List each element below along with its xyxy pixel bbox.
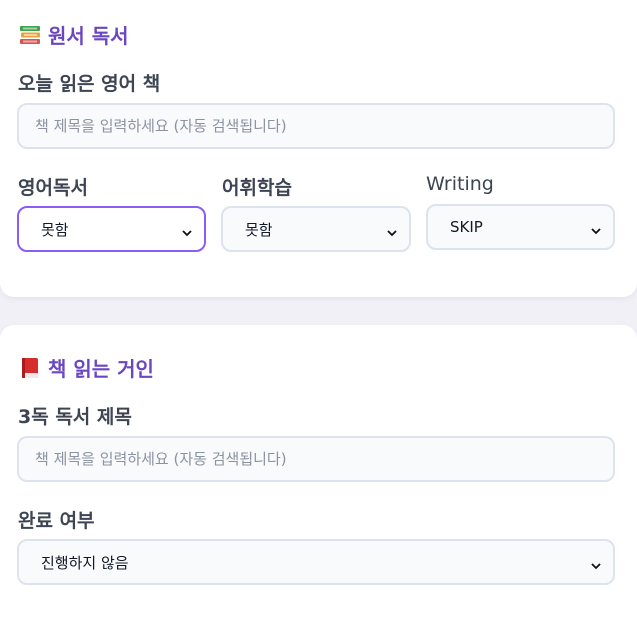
- chevron-down-icon: [182, 224, 192, 237]
- section-title-text: 책 읽는 거인: [48, 357, 154, 381]
- section-title-text: 원서 독서: [48, 24, 129, 48]
- vocabulary-label: 어휘학습: [222, 177, 292, 199]
- english-reading-label: 영어독서: [18, 177, 88, 199]
- writing-select[interactable]: SKIP: [426, 204, 615, 250]
- english-book-input[interactable]: [17, 103, 615, 149]
- section-title-reading-giant: 책 읽는 거인: [18, 353, 154, 382]
- writing-label: Writing: [426, 173, 494, 195]
- english-reading-value: 못함: [41, 220, 69, 239]
- chevron-down-icon: [591, 557, 601, 570]
- chevron-down-icon: [591, 222, 601, 235]
- section-title-english-reading: 원서 독서: [18, 20, 129, 49]
- completion-value: 진행하지 않음: [41, 553, 129, 572]
- red-book-icon: [18, 356, 42, 380]
- vocabulary-value: 못함: [245, 220, 273, 239]
- third-reading-label: 3독 독서 제목: [18, 406, 132, 428]
- reading-giant-card: 책 읽는 거인 3독 독서 제목 완료 여부 진행하지 않음: [0, 325, 637, 632]
- english-reading-select[interactable]: 못함: [17, 206, 206, 252]
- books-icon: [18, 23, 42, 47]
- english-reading-card: 원서 독서 오늘 읽은 영어 책 영어독서 못함 어휘학습 못함 Writing…: [0, 0, 637, 297]
- chevron-down-icon: [387, 224, 397, 237]
- completion-select[interactable]: 진행하지 않음: [17, 539, 615, 585]
- vocabulary-select[interactable]: 못함: [221, 206, 411, 252]
- writing-value: SKIP: [450, 218, 483, 236]
- completion-label: 완료 여부: [18, 510, 95, 532]
- book-title-label: 오늘 읽은 영어 책: [18, 73, 161, 95]
- third-reading-book-input[interactable]: [17, 436, 615, 482]
